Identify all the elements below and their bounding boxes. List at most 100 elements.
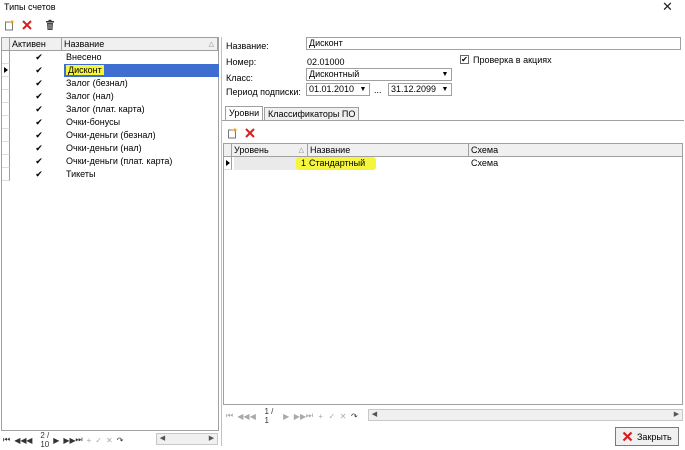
row-active-check[interactable]: ✔ [34, 52, 44, 62]
plus-icon[interactable]: + [317, 412, 324, 421]
column-header-active[interactable]: Активен [10, 38, 62, 50]
row-indicator [2, 90, 10, 103]
row-active-check[interactable]: ✔ [34, 65, 44, 75]
period-from-value: 01.01.2010 [309, 84, 355, 94]
prev-page-fast-icon[interactable]: ◀◀ [237, 412, 249, 421]
first-page-icon[interactable]: ⏮ [3, 435, 10, 445]
period-separator: ... [374, 85, 382, 95]
column-header-title[interactable]: Название [308, 144, 469, 156]
period-from-input[interactable]: 01.01.2010 ▼ [306, 83, 370, 96]
row-active-check[interactable]: ✔ [34, 104, 44, 114]
class-select[interactable]: Дисконтный ▼ [306, 68, 452, 81]
column-header-name[interactable]: Название △ [62, 38, 218, 50]
row-active-check[interactable]: ✔ [34, 117, 44, 127]
header-indicator [2, 38, 10, 50]
levels-grid[interactable]: Уровень △ Название Схема 1 Стандартный С… [223, 143, 683, 405]
row-name: Очки-бонусы [66, 117, 121, 127]
row-name: Залог (безнал) [66, 78, 128, 88]
row-name: Очки-деньги (нал) [66, 143, 142, 153]
add-icon [5, 19, 15, 31]
grid-header: Активен Название △ [2, 38, 218, 51]
promo-checkbox-label: Проверка в акциях [473, 55, 552, 65]
cancel-icon[interactable]: ✕ [340, 412, 347, 421]
pane-divider[interactable] [221, 37, 222, 446]
left-record-navigator: ⏮ ◀◀ ◀ 2 / 10 ▶ ▶▶ ⏭ + ✓ ✕ ↷ [3, 431, 123, 449]
chevron-down-icon[interactable]: ▼ [440, 85, 450, 94]
close-button[interactable]: Закрыть [615, 427, 679, 446]
row-indicator [2, 142, 10, 155]
row-indicator [2, 64, 10, 77]
sort-icon: △ [208, 41, 214, 48]
scroll-left-icon[interactable]: ◀ [369, 410, 380, 420]
current-row-pointer-icon [226, 160, 230, 166]
number-value: 02.01000 [307, 57, 345, 67]
refresh-icon[interactable]: ↷ [351, 412, 358, 421]
row-indicator [2, 116, 10, 129]
row-active-check[interactable]: ✔ [34, 130, 44, 140]
class-label: Класс: [226, 73, 253, 83]
prev-page-fast-icon[interactable]: ◀◀ [14, 436, 26, 445]
check-icon[interactable]: ✓ [328, 412, 336, 421]
window-close-icon[interactable]: ✕ [662, 0, 673, 15]
row-active-check[interactable]: ✔ [34, 169, 44, 179]
chevron-down-icon[interactable]: ▼ [358, 85, 368, 94]
period-to-input[interactable]: 31.12.2099 ▼ [388, 83, 452, 96]
levels-record-navigator: ⏮ ◀◀ ◀ 1 / 1 ▶ ▶▶ ⏭ + ✓ ✕ ↷ [226, 407, 358, 425]
period-label: Период подписки: [226, 87, 301, 97]
scroll-right-icon[interactable]: ▶ [206, 434, 217, 444]
left-horizontal-scrollbar[interactable]: ◀ ▶ [156, 433, 218, 445]
refresh-icon[interactable]: ↷ [117, 436, 124, 445]
number-label: Номер: [226, 57, 257, 67]
next-page-icon[interactable]: ▶ [283, 412, 290, 421]
column-header-scheme[interactable]: Схема [469, 144, 682, 156]
page-indicator: 1 / 1 [264, 407, 274, 425]
close-button-label: Закрыть [637, 431, 672, 442]
promo-checkbox[interactable]: ✔ [460, 55, 469, 64]
plus-icon[interactable]: + [87, 436, 92, 445]
add-record-button[interactable] [3, 18, 17, 32]
chevron-down-icon[interactable]: ▼ [440, 70, 450, 79]
row-indicator [224, 157, 232, 170]
delete-record-button[interactable] [20, 18, 34, 32]
check-icon[interactable]: ✓ [95, 436, 102, 445]
close-icon [622, 431, 633, 442]
row-indicator [2, 129, 10, 142]
add-level-button[interactable] [226, 126, 240, 140]
period-to-value: 31.12.2099 [391, 84, 437, 94]
tab-levels[interactable]: Уровни [225, 106, 264, 121]
next-page-icon[interactable]: ▶ [53, 436, 59, 445]
row-active-check[interactable]: ✔ [34, 91, 44, 101]
first-page-icon[interactable]: ⏮ [226, 411, 233, 421]
prev-page-icon[interactable]: ◀ [26, 436, 32, 445]
scroll-left-icon[interactable]: ◀ [157, 434, 168, 444]
row-indicator [2, 155, 10, 168]
account-types-grid[interactable]: Активен Название △ ✔ Внесено ✔ Дисконт ✔… [1, 37, 219, 431]
last-page-icon[interactable]: ⏭ [306, 411, 313, 421]
row-name: Залог (нал) [66, 91, 114, 101]
cancel-icon[interactable]: ✕ [106, 436, 113, 445]
tab-strip-border [222, 120, 684, 121]
column-header-level-label: Уровень [234, 145, 269, 155]
levels-horizontal-scrollbar[interactable]: ◀ ▶ [368, 409, 683, 421]
delete-level-button[interactable] [243, 126, 257, 140]
next-page-fast-icon[interactable]: ▶▶ [294, 412, 306, 421]
row-indicator [2, 77, 10, 90]
row-active-check[interactable]: ✔ [34, 78, 44, 88]
level-name: Стандартный [309, 158, 366, 168]
row-active-check[interactable]: ✔ [34, 156, 44, 166]
table-row[interactable]: 1 Стандартный Схема [224, 157, 682, 170]
row-name: Очки-деньги (плат. карта) [66, 156, 173, 166]
row-indicator [2, 168, 10, 181]
last-page-icon[interactable]: ⏭ [75, 435, 82, 445]
next-page-fast-icon[interactable]: ▶▶ [63, 436, 75, 445]
row-name: Очки-деньги (безнал) [66, 130, 156, 140]
row-active-check[interactable]: ✔ [34, 143, 44, 153]
tab-po-classifiers[interactable]: Классификаторы ПО [264, 107, 360, 121]
column-header-level[interactable]: Уровень △ [232, 144, 308, 156]
name-input[interactable]: Дисконт [306, 37, 681, 50]
scroll-right-icon[interactable]: ▶ [671, 410, 682, 420]
row-indicator [2, 51, 10, 64]
prev-page-icon[interactable]: ◀ [249, 412, 256, 421]
level-scheme: Схема [471, 158, 499, 168]
trash-button[interactable] [43, 18, 57, 32]
